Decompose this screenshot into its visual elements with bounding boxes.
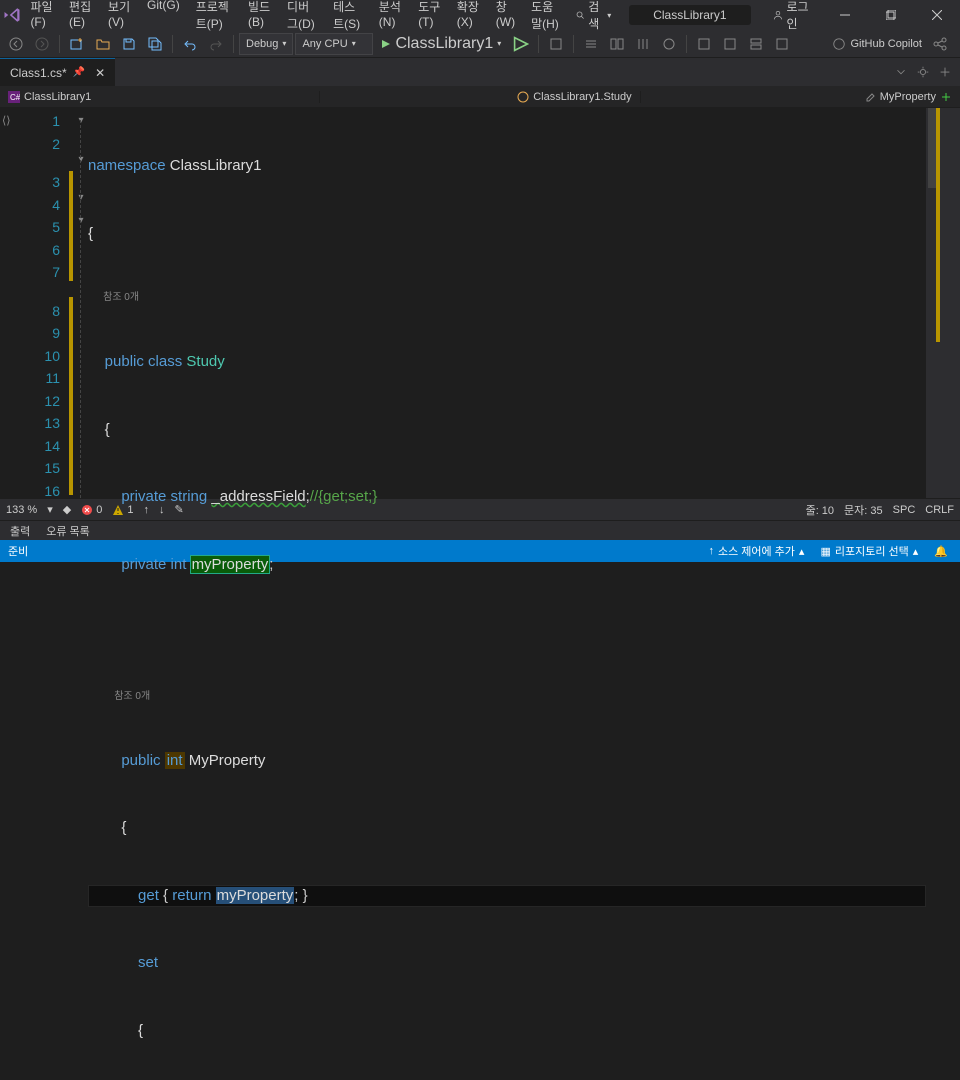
- chevron-down-icon: ▾: [607, 11, 611, 20]
- fold-margin[interactable]: ▾▾▾▾: [74, 108, 88, 498]
- menu-test[interactable]: 테스트(S): [326, 0, 370, 36]
- class-icon: [517, 91, 529, 103]
- menu-debug[interactable]: 디버그(D): [280, 0, 324, 36]
- tb-icon-8[interactable]: [744, 33, 768, 55]
- solution-name[interactable]: ClassLibrary1: [629, 5, 750, 25]
- login-label: 로그인: [787, 0, 811, 32]
- new-project-button[interactable]: [65, 33, 89, 55]
- menu-git[interactable]: Git(G): [140, 0, 187, 36]
- menu-tools[interactable]: 도구(T): [411, 0, 448, 36]
- tb-icon-5[interactable]: [657, 33, 681, 55]
- nav-project[interactable]: C# ClassLibrary1: [0, 91, 320, 103]
- csharp-project-icon: C#: [8, 91, 20, 103]
- tb-icon-7[interactable]: [718, 33, 742, 55]
- menu-view[interactable]: 보기(V): [101, 0, 138, 36]
- menu-edit[interactable]: 편집(E): [62, 0, 99, 36]
- vs-logo-icon: [0, 6, 23, 24]
- menubar: 파일(F) 편집(E) 보기(V) Git(G) 프로젝트(P) 빌드(B) 디…: [23, 0, 568, 36]
- current-line[interactable]: get { return myProperty; }: [88, 885, 926, 908]
- tb-icon-2[interactable]: [579, 33, 603, 55]
- menu-extensions[interactable]: 확장(X): [450, 0, 487, 36]
- chevron-icon[interactable]: ▾: [47, 503, 53, 516]
- menu-window[interactable]: 창(W): [489, 0, 522, 36]
- nav-member[interactable]: MyProperty: [641, 91, 960, 103]
- vertical-scrollbar[interactable]: [926, 108, 940, 498]
- tab-settings-icon[interactable]: [916, 65, 930, 79]
- copilot-button[interactable]: GitHub Copilot: [832, 37, 922, 51]
- start-button[interactable]: ClassLibrary1 ▾: [375, 33, 507, 55]
- menu-analyze[interactable]: 분석(N): [372, 0, 409, 36]
- undo-button[interactable]: [178, 33, 202, 55]
- tb-icon-9[interactable]: [770, 33, 794, 55]
- tab-class1[interactable]: Class1.cs* 📌 ✕: [0, 58, 115, 86]
- minimize-button[interactable]: [822, 0, 868, 30]
- save-button[interactable]: [117, 33, 141, 55]
- property-icon: [864, 91, 876, 103]
- menu-build[interactable]: 빌드(B): [241, 0, 278, 36]
- close-button[interactable]: [914, 0, 960, 30]
- codelens-refs-2[interactable]: 참조 0개: [88, 689, 926, 705]
- platform-combo[interactable]: Any CPU▾: [295, 33, 373, 55]
- tb-icon-6[interactable]: [692, 33, 716, 55]
- menu-project[interactable]: 프로젝트(P): [189, 0, 239, 36]
- search-button[interactable]: 검색 ▾: [568, 0, 619, 32]
- login-button[interactable]: 로그인: [761, 0, 822, 32]
- menu-help[interactable]: 도움말(H): [524, 0, 568, 36]
- tab-dropdown-icon[interactable]: [894, 65, 908, 79]
- menu-file[interactable]: 파일(F): [23, 0, 60, 36]
- nav-add-icon[interactable]: [940, 91, 952, 103]
- start-nodebug-button[interactable]: [509, 33, 533, 55]
- tab-add-icon[interactable]: [938, 65, 952, 79]
- nav-back-button[interactable]: [4, 33, 28, 55]
- nav-fwd-button[interactable]: [30, 33, 54, 55]
- nav-class[interactable]: ClassLibrary1.Study: [320, 91, 640, 103]
- tb-icon-1[interactable]: [544, 33, 568, 55]
- restore-button[interactable]: [868, 0, 914, 30]
- line-gutter: 1 2 3 4 5 6 7 8 9 10 11 12 13 14 15 16: [20, 108, 68, 498]
- save-all-button[interactable]: [143, 33, 167, 55]
- code-editor[interactable]: ⟨⟩ 1 2 3 4 5 6 7 8 9 10 11 12 13 14 15 1…: [0, 108, 940, 498]
- side-panel-tabs[interactable]: [940, 108, 960, 498]
- redo-button[interactable]: [204, 33, 228, 55]
- status-ready: 준비: [8, 543, 28, 559]
- config-combo[interactable]: Debug▾: [239, 33, 293, 55]
- svg-text:C#: C#: [10, 93, 20, 102]
- share-button[interactable]: [928, 33, 952, 55]
- tb-icon-4[interactable]: [631, 33, 655, 55]
- tab-label: Class1.cs*: [10, 66, 67, 80]
- codelens-refs[interactable]: 참조 0개: [88, 290, 926, 306]
- search-label: 검색: [588, 0, 603, 32]
- output-tab[interactable]: 출력: [4, 521, 36, 541]
- issues-icon[interactable]: ◆: [63, 503, 71, 516]
- lineend-indicator[interactable]: CRLF: [925, 504, 954, 516]
- close-icon[interactable]: ✕: [95, 66, 105, 80]
- pin-icon[interactable]: 📌: [73, 67, 85, 78]
- notifications-icon[interactable]: 🔔: [930, 545, 952, 558]
- open-button[interactable]: [91, 33, 115, 55]
- tb-icon-3[interactable]: [605, 33, 629, 55]
- zoom-level[interactable]: 133 %: [6, 504, 37, 516]
